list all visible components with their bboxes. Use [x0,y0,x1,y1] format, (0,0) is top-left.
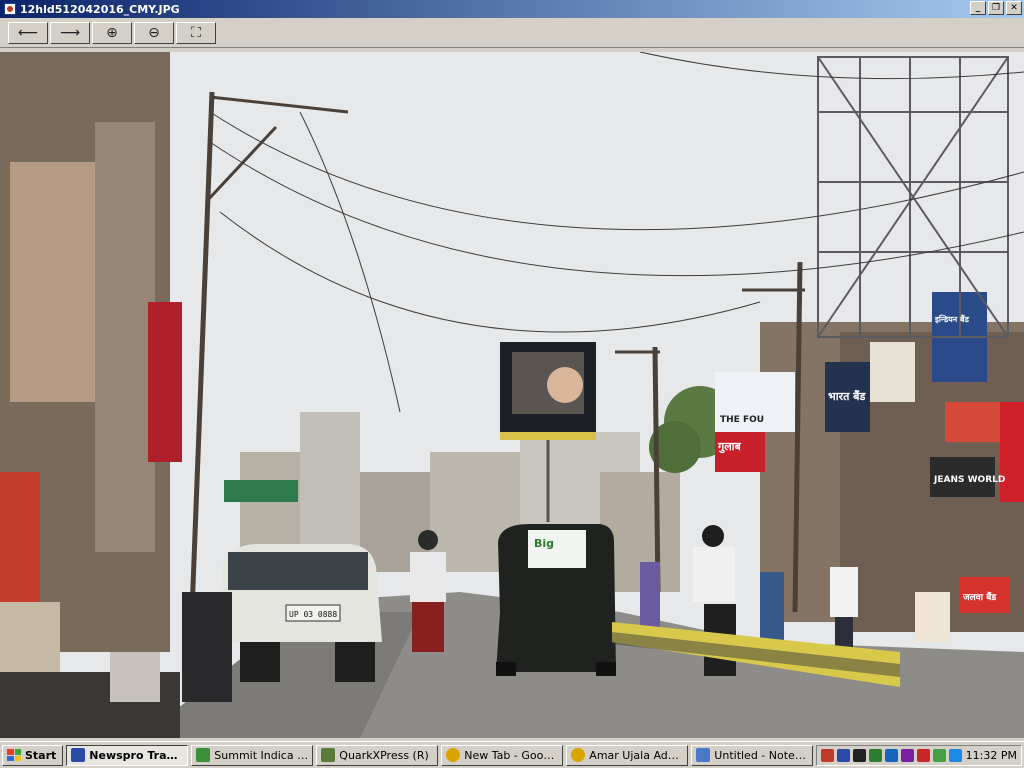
taskbar-clock[interactable]: 11:32 PM [966,749,1017,762]
tray-app-icon[interactable] [821,749,834,762]
task-notepad[interactable]: Untitled - Notepad [691,744,814,766]
task-newspro-tracker[interactable]: Newspro Track... [66,744,189,766]
task-amar-ujala-admin[interactable]: Amar Ujala Admi... [566,744,689,766]
tray-shield-icon[interactable] [901,749,914,762]
image-viewer-icon [4,3,16,15]
task-quarkxpress[interactable]: QuarkXPress (R) [316,744,439,766]
viewer-toolbar: ⟵ ⟶ ⊕ ⊖ ⛶ [0,18,1024,48]
newspro-icon [71,748,86,762]
tray-bluetooth-icon[interactable] [885,749,898,762]
sign-indian-band: इन्डियन बैंड [934,314,970,324]
sign-bharat-band: भारत बैंड [828,389,866,403]
close-button[interactable]: ✕ [1006,1,1022,15]
sign-gulab: गुलाब [717,440,741,454]
quarkxpress-icon [321,748,336,762]
street-photo: भारत बैंड गुलाब JEANS WORLD जलवा बैंड Bi… [0,52,1024,738]
chrome-icon [446,748,461,762]
window-titlebar: 12hld512042016_CMY.JPG _ ❐ ✕ [0,0,1024,18]
next-image-button[interactable]: ⟶ [50,21,90,44]
restore-button[interactable]: ❐ [988,1,1004,15]
tray-security-icon[interactable] [869,749,882,762]
tray-antivirus-icon[interactable] [917,749,930,762]
car-license-plate: UP 03 0888 [289,610,337,619]
zoom-in-button[interactable]: ⊕ [92,21,132,44]
sign-big: Big [534,537,554,550]
notepad-icon [696,748,711,762]
windows-logo-icon [7,749,21,761]
system-tray: 11:32 PM [816,745,1022,766]
minimize-button[interactable]: _ [970,1,986,15]
tray-network-icon[interactable] [837,749,850,762]
sign-jeans-world: JEANS WORLD [933,475,1005,485]
previous-image-button[interactable]: ⟵ [8,21,48,44]
task-summit-indica[interactable]: Summit Indica Un... [191,744,314,766]
tray-sync-icon[interactable] [853,749,866,762]
best-fit-button[interactable]: ⛶ [176,21,216,44]
start-button[interactable]: Start [2,744,64,766]
tray-volume-icon[interactable] [949,749,962,762]
start-label: Start [25,748,57,762]
image-viewport[interactable]: भारत बैंड गुलाब JEANS WORLD जलवा बैंड Bi… [0,49,1024,741]
tray-update-icon[interactable] [933,749,946,762]
window-controls: _ ❐ ✕ [970,1,1022,15]
task-new-tab-chrome[interactable]: New Tab - Googl... [441,744,564,766]
zoom-out-button[interactable]: ⊖ [134,21,174,44]
sign-jalwa-band: जलवा बैंड [962,591,997,603]
window-title: 12hld512042016_CMY.JPG [20,2,180,16]
chrome-icon [571,748,586,762]
excel-icon [196,748,211,762]
taskbar: Start Newspro Track... Summit Indica Un.… [0,741,1024,768]
sign-the-four: THE FOU [720,415,764,425]
